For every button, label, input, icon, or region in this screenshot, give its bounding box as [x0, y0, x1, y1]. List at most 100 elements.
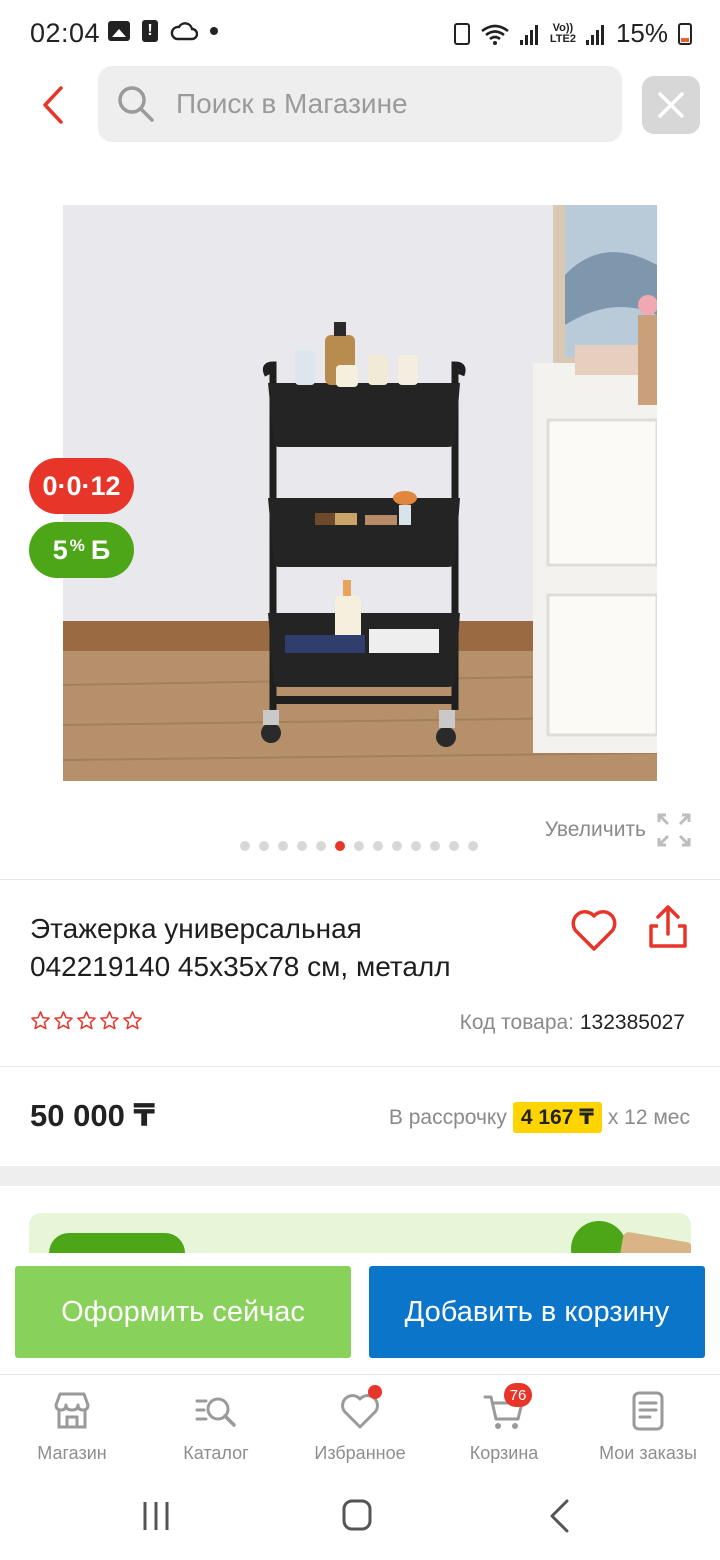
star-icon: [54, 1011, 73, 1030]
favorite-button[interactable]: [568, 904, 620, 956]
battery-icon: [678, 22, 692, 45]
installment-info[interactable]: В рассрочку 4 167 ₸ x 12 мес: [389, 1102, 690, 1133]
cloud-icon: [170, 22, 198, 41]
share-icon: [649, 905, 687, 948]
back-icon[interactable]: [545, 1498, 575, 1534]
installment-amount: 4 167 ₸: [512, 1102, 602, 1133]
bonus-badge-currency: Б: [90, 534, 111, 565]
pager-dot[interactable]: [449, 841, 459, 851]
pager-dot[interactable]: [316, 841, 326, 851]
network-type: Vo)) LTE2: [549, 21, 576, 45]
pager-dot[interactable]: [430, 841, 440, 851]
catalog-search-icon: [195, 1397, 236, 1427]
nav-label-shop: Магазин: [37, 1443, 107, 1463]
nav-item-favorites[interactable]: Избранное: [288, 1375, 432, 1474]
sku: Код товара: 132385027: [460, 1011, 685, 1035]
nav-item-catalog[interactable]: Каталог: [144, 1375, 288, 1474]
sku-label: Код товара:: [459, 1011, 575, 1034]
battery-percent: 15%: [615, 18, 668, 48]
action-bar: Оформить сейчас Добавить в корзину: [0, 1253, 720, 1373]
nav-item-orders[interactable]: Мои заказы: [576, 1375, 720, 1474]
close-icon: [658, 92, 684, 118]
nav-label-cart: Корзина: [469, 1443, 539, 1463]
status-bar: 02:04 ! Vo)) LTE2 15%: [0, 0, 720, 68]
product-image[interactable]: [63, 205, 657, 781]
pager-dot[interactable]: [259, 841, 269, 851]
pager-dot[interactable]: [297, 841, 307, 851]
installment-prefix: В рассрочку: [388, 1105, 507, 1129]
bonus-badge-percent: %: [69, 536, 85, 555]
nav-item-shop[interactable]: Магазин: [0, 1375, 144, 1474]
search-header: [0, 66, 720, 146]
installment-badge: 0·0·12: [29, 458, 134, 514]
nav-item-cart[interactable]: 76 Корзина: [432, 1375, 576, 1474]
product-title-line-1: Этажерка универсальная: [30, 913, 362, 944]
section-separator: [0, 1166, 720, 1186]
pager-dot[interactable]: [373, 841, 383, 851]
orders-list-icon: [632, 1391, 664, 1431]
screen: 02:04 ! Vo)) LTE2 15% Поиск в Магазине 0…: [0, 0, 720, 1560]
chevron-left-icon: [43, 86, 63, 124]
expand-icon: [657, 813, 691, 847]
installment-suffix: x 12 мес: [607, 1105, 690, 1129]
signal-icon-2: [585, 23, 606, 45]
star-icon: [31, 1011, 50, 1030]
search-input[interactable]: [176, 88, 576, 120]
pager-dot[interactable]: [468, 841, 478, 851]
card-graphic: [618, 1231, 691, 1253]
home-icon[interactable]: [341, 1498, 373, 1532]
store-icon: [54, 1392, 90, 1429]
add-to-cart-button[interactable]: Добавить в корзину: [369, 1266, 705, 1358]
system-nav: [0, 1474, 720, 1560]
zoom-link[interactable]: Увеличить: [545, 812, 692, 848]
sku-value: 132385027: [579, 1011, 685, 1034]
dot-icon: [210, 27, 218, 35]
zoom-label: Увеличить: [544, 818, 646, 841]
pager-dot[interactable]: [335, 841, 345, 851]
signal-icon: [519, 23, 540, 45]
installment-badge-text: 0·0·12: [42, 470, 121, 501]
pager-dot[interactable]: [240, 841, 250, 851]
pager-dot[interactable]: [392, 841, 402, 851]
pager-dot[interactable]: [354, 841, 364, 851]
star-icon: [123, 1011, 142, 1030]
nav-label-catalog: Каталог: [183, 1443, 249, 1463]
checkout-now-button[interactable]: Оформить сейчас: [15, 1266, 351, 1358]
search-icon: [118, 86, 154, 122]
status-left-icons: !: [108, 20, 218, 42]
product-photo: [63, 205, 657, 781]
nav-label-favorites: Избранное: [314, 1443, 406, 1463]
bonus-coin-icon: [571, 1221, 627, 1253]
divider: [0, 879, 720, 880]
cart-count-badge: 76: [504, 1383, 532, 1407]
alert-icon: !: [142, 20, 158, 42]
product-title: Этажерка универсальная 042219140 45x35x7…: [30, 910, 550, 986]
promo-card[interactable]: [29, 1213, 691, 1253]
nav-label-orders: Мои заказы: [599, 1443, 697, 1463]
product-price: 50 000 ₸: [30, 1098, 155, 1133]
bonus-badge-value: 5: [52, 534, 68, 565]
gallery-pager: [240, 841, 478, 851]
star-icon: [100, 1011, 119, 1030]
favorites-notification-dot: [368, 1385, 382, 1399]
star-icon: [77, 1011, 96, 1030]
promo-pill: [49, 1233, 185, 1253]
product-title-line-2: 042219140 45x35x78 см, металл: [30, 951, 451, 982]
pager-dot[interactable]: [278, 841, 288, 851]
promo-text-hidden: [213, 1239, 513, 1249]
pager-dot[interactable]: [411, 841, 421, 851]
recent-apps-icon[interactable]: [140, 1500, 172, 1532]
wifi-icon: [481, 24, 509, 45]
status-time: 02:04: [30, 18, 101, 48]
image-icon: [108, 21, 130, 41]
clear-search-button[interactable]: [642, 76, 700, 134]
back-button[interactable]: [30, 80, 74, 130]
data-saver-icon: [453, 22, 470, 45]
share-button[interactable]: [645, 902, 691, 954]
bonus-badge: 5% Б: [29, 522, 134, 578]
rating-stars[interactable]: [30, 1010, 143, 1031]
status-right: Vo)) LTE2 15%: [453, 18, 692, 49]
heart-icon: [571, 910, 617, 951]
search-box[interactable]: [98, 66, 622, 142]
bottom-nav: Магазин Каталог Избранное 76 Корзина Мои…: [0, 1374, 720, 1474]
